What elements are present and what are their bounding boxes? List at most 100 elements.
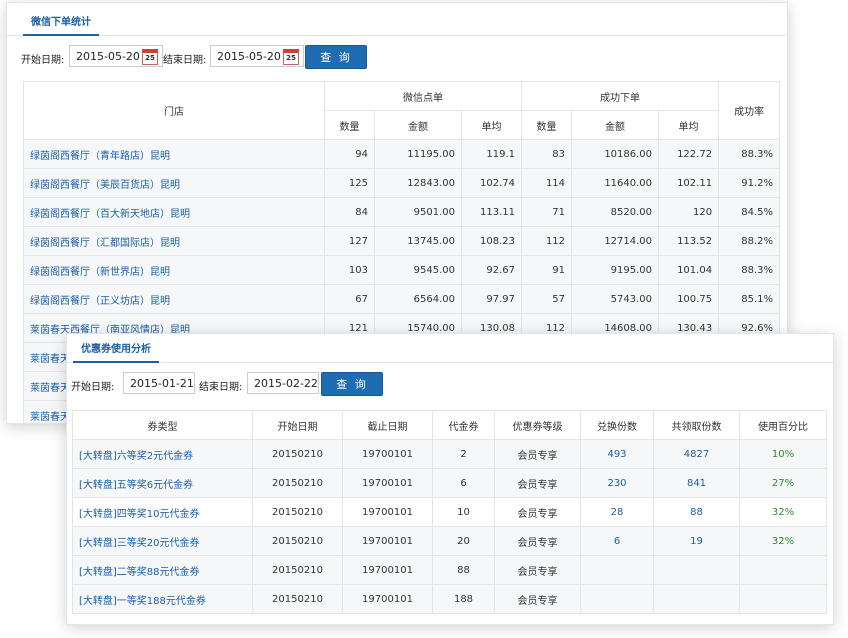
header-received: 共领取份数 (653, 410, 740, 440)
header-voucher: 代金券 (432, 410, 495, 440)
store-link[interactable]: 绿茵阁西餐厅（汇都国际店）昆明 (23, 226, 325, 256)
calendar-icon[interactable]: 25 (142, 49, 158, 65)
order-average: 119.1 (460, 139, 523, 169)
table-row: [大转盘]四等奖10元代金券 20150210 19700101 10 会员专享… (72, 497, 827, 527)
order-average: 102.74 (460, 168, 523, 198)
coupon-level: 会员专享 (494, 584, 581, 614)
end-date-label: 结束日期: (163, 55, 207, 66)
success-average: 120 (658, 197, 720, 227)
order-amount: 13745.00 (374, 226, 462, 256)
coupon-usage-panel: 优惠券使用分析 开始日期: 2015-01-21 结束日期: 2015-02-2… (66, 333, 834, 625)
store-link[interactable]: 绿茵阁西餐厅（新世界店）昆明 (23, 255, 325, 285)
redeemed-count[interactable]: 6 (580, 526, 654, 556)
order-amount: 9501.00 (374, 197, 462, 227)
success-amount: 11640.00 (571, 168, 660, 198)
tab-wechat-order-stats[interactable]: 微信下单统计 (23, 12, 99, 36)
coupon-type-link[interactable]: [大转盘]一等奖188元代金券 (72, 584, 253, 614)
coupon-level: 会员专享 (494, 497, 581, 527)
header-successful-orders: 成功下单 (521, 81, 720, 111)
start-date-input[interactable]: 2015-01-21 (123, 372, 195, 394)
redeemed-count[interactable] (580, 555, 654, 585)
coupon-type-link[interactable]: [大转盘]二等奖88元代金券 (72, 555, 253, 585)
store-link[interactable]: 绿茵阁西餐厅（青年路店）昆明 (23, 139, 325, 169)
usage-percent: 32% (739, 497, 827, 527)
order-amount: 12843.00 (374, 168, 462, 198)
redeemed-count[interactable] (580, 584, 654, 614)
coupon-type-link[interactable]: [大转盘]五等奖6元代金券 (72, 468, 253, 498)
usage-percent: 32% (739, 526, 827, 556)
voucher-value: 10 (432, 497, 495, 527)
tab-coupon-usage[interactable]: 优惠券使用分析 (73, 339, 159, 363)
table-row: [大转盘]五等奖6元代金券 20150210 19700101 6 会员专享 2… (72, 468, 827, 498)
voucher-value: 188 (432, 584, 495, 614)
usage-percent (739, 584, 827, 614)
start-date: 20150210 (252, 468, 343, 498)
store-link[interactable]: 绿茵阁西餐厅（正义坊店）昆明 (23, 284, 325, 314)
received-count[interactable] (653, 584, 740, 614)
success-count: 112 (521, 226, 573, 256)
table-row: 绿茵阁西餐厅（青年路店）昆明 94 11195.00 119.1 83 1018… (23, 139, 781, 169)
start-date-value: 2015-01-21 (130, 377, 194, 390)
header-coupon-type: 券类型 (72, 410, 253, 440)
coupon-type-link[interactable]: [大转盘]六等奖2元代金券 (72, 439, 253, 469)
order-count: 94 (324, 139, 375, 169)
table-row: 绿茵阁西餐厅（美辰百货店）昆明 125 12843.00 102.74 114 … (23, 168, 781, 198)
start-date: 20150210 (252, 526, 343, 556)
end-date-label: 结束日期: (199, 382, 243, 393)
tab-bar: 微信下单统计 (7, 3, 787, 36)
coupon-level: 会员专享 (494, 555, 581, 585)
coupon-level: 会员专享 (494, 526, 581, 556)
table-row: 绿茵阁西餐厅（新世界店）昆明 103 9545.00 92.67 91 9195… (23, 255, 781, 285)
end-date: 19700101 (342, 555, 433, 585)
order-count: 127 (324, 226, 375, 256)
voucher-value: 88 (432, 555, 495, 585)
start-date-input[interactable]: 2015-05-20 25 (69, 45, 163, 67)
redeemed-count[interactable]: 230 (580, 468, 654, 498)
query-button[interactable]: 查 询 (321, 372, 383, 396)
success-amount: 12714.00 (571, 226, 660, 256)
received-count[interactable] (653, 555, 740, 585)
order-count: 67 (324, 284, 375, 314)
coupon-type-link[interactable]: [大转盘]三等奖20元代金券 (72, 526, 253, 556)
success-rate: 85.1% (718, 284, 781, 314)
success-average: 102.11 (658, 168, 720, 198)
voucher-value: 6 (432, 468, 495, 498)
header-wechat-orders: 微信点单 (323, 81, 523, 111)
calendar-icon[interactable]: 25 (283, 49, 299, 65)
redeemed-count[interactable]: 28 (580, 497, 654, 527)
received-count[interactable]: 88 (653, 497, 740, 527)
store-link[interactable]: 绿茵阁西餐厅（美辰百货店）昆明 (23, 168, 325, 198)
success-count: 71 (521, 197, 573, 227)
order-average: 92.67 (460, 255, 523, 285)
end-date-value: 2015-05-20 (217, 50, 281, 63)
coupon-type-link[interactable]: [大转盘]四等奖10元代金券 (72, 497, 253, 527)
header-average: 单均 (658, 110, 720, 140)
received-count[interactable]: 841 (653, 468, 740, 498)
order-amount: 11195.00 (374, 139, 462, 169)
end-date-input[interactable]: 2015-02-22 (247, 372, 319, 394)
end-date: 19700101 (342, 468, 433, 498)
order-average: 97.97 (460, 284, 523, 314)
header-coupon-level: 优惠券等级 (494, 410, 581, 440)
end-date: 19700101 (342, 584, 433, 614)
order-amount: 6564.00 (374, 284, 462, 314)
header-amount: 金额 (374, 110, 462, 140)
end-date: 19700101 (342, 526, 433, 556)
coupon-level: 会员专享 (494, 468, 581, 498)
success-average: 100.75 (658, 284, 720, 314)
store-link[interactable]: 绿茵阁西餐厅（百大新天地店）昆明 (23, 197, 325, 227)
voucher-value: 20 (432, 526, 495, 556)
success-average: 101.04 (658, 255, 720, 285)
received-count[interactable]: 4827 (653, 439, 740, 469)
received-count[interactable]: 19 (653, 526, 740, 556)
success-count: 91 (521, 255, 573, 285)
order-amount: 9545.00 (374, 255, 462, 285)
success-amount: 10186.00 (571, 139, 660, 169)
order-average: 113.11 (460, 197, 523, 227)
end-date-input[interactable]: 2015-05-20 25 (210, 45, 304, 67)
redeemed-count[interactable]: 493 (580, 439, 654, 469)
success-average: 113.52 (658, 226, 720, 256)
query-button[interactable]: 查 询 (305, 45, 367, 69)
success-count: 57 (521, 284, 573, 314)
success-rate: 88.3% (718, 139, 781, 169)
